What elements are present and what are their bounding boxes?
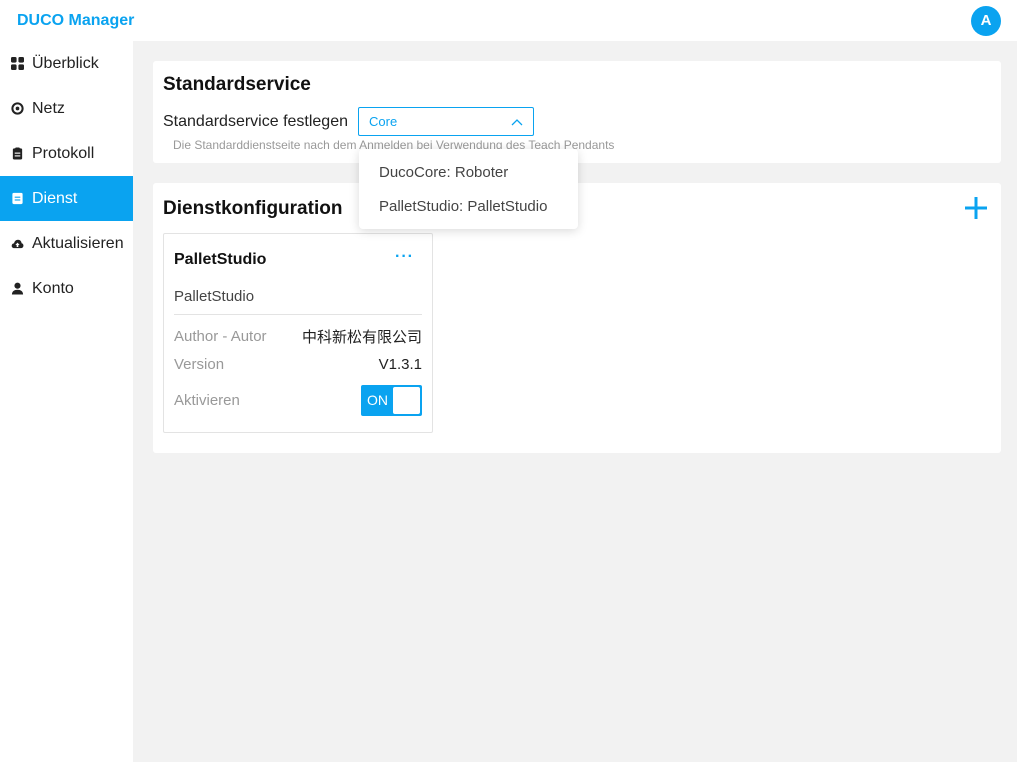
sidebar-item-label: Netz xyxy=(32,99,65,117)
activate-row: Aktivieren ON xyxy=(174,384,422,416)
standard-service-selected-value: Core xyxy=(369,114,398,129)
toggle-knob xyxy=(393,386,420,414)
sidebar-item-uberblick[interactable]: Überblick xyxy=(0,41,133,86)
service-description: PalletStudio xyxy=(174,288,255,305)
target-icon xyxy=(10,102,24,116)
clipboard-icon xyxy=(10,147,24,161)
plus-icon xyxy=(964,196,988,225)
service-config-title: Dienstkonfiguration xyxy=(163,198,343,219)
sidebar-item-aktualisieren[interactable]: Aktualisieren xyxy=(0,221,133,266)
document-icon xyxy=(10,192,24,206)
service-card: PalletStudio ··· PalletStudio Author - A… xyxy=(163,233,433,433)
sidebar-item-netz[interactable]: Netz xyxy=(0,86,133,131)
dropdown-option-ducocore[interactable]: DucoCore: Roboter xyxy=(359,155,578,189)
more-options-icon[interactable]: ··· xyxy=(395,248,414,266)
toggle-label: ON xyxy=(367,392,388,408)
version-label: Version xyxy=(174,356,225,373)
sidebar-item-label: Aktualisieren xyxy=(32,234,124,252)
sidebar-item-konto[interactable]: Konto xyxy=(0,266,133,311)
divider xyxy=(174,314,422,315)
sidebar-item-label: Überblick xyxy=(32,54,99,72)
standard-service-select[interactable]: Core xyxy=(358,107,534,136)
dropdown-option-palletstudio[interactable]: PalletStudio: PalletStudio xyxy=(359,189,578,223)
sidebar-item-label: Konto xyxy=(32,279,74,297)
standard-service-label: Standardservice festlegen xyxy=(163,113,348,130)
avatar[interactable]: A xyxy=(971,5,1001,36)
activate-toggle[interactable]: ON xyxy=(361,384,422,416)
standard-service-card: Standardservice Standardservice festlege… xyxy=(153,61,1001,163)
sidebar: Überblick Netz Protokoll Dienst Aktualis… xyxy=(0,41,133,762)
sidebar-item-dienst[interactable]: Dienst xyxy=(0,176,133,221)
version-row: Version V1.3.1 xyxy=(174,356,422,373)
author-label: Author - Autor xyxy=(174,328,267,345)
chevron-up-icon xyxy=(511,114,523,129)
author-row: Author - Autor 中科新松有限公司 xyxy=(174,326,422,347)
app-title: DUCO Manager xyxy=(17,11,135,29)
author-value: 中科新松有限公司 xyxy=(301,329,422,346)
cloud-upload-icon xyxy=(10,237,24,251)
top-bar: DUCO Manager A xyxy=(0,0,1017,41)
sidebar-item-protokoll[interactable]: Protokoll xyxy=(0,131,133,176)
service-name: PalletStudio xyxy=(174,251,267,268)
standard-service-title: Standardservice xyxy=(163,74,311,95)
sidebar-item-label: Protokoll xyxy=(32,144,95,162)
activate-label: Aktivieren xyxy=(174,391,240,409)
add-service-button[interactable] xyxy=(961,195,991,225)
sidebar-item-label: Dienst xyxy=(32,189,78,207)
version-value: V1.3.1 xyxy=(378,356,422,373)
grid-icon xyxy=(10,57,24,71)
user-icon xyxy=(10,282,24,296)
standard-service-dropdown: DucoCore: Roboter PalletStudio: PalletSt… xyxy=(359,149,578,229)
